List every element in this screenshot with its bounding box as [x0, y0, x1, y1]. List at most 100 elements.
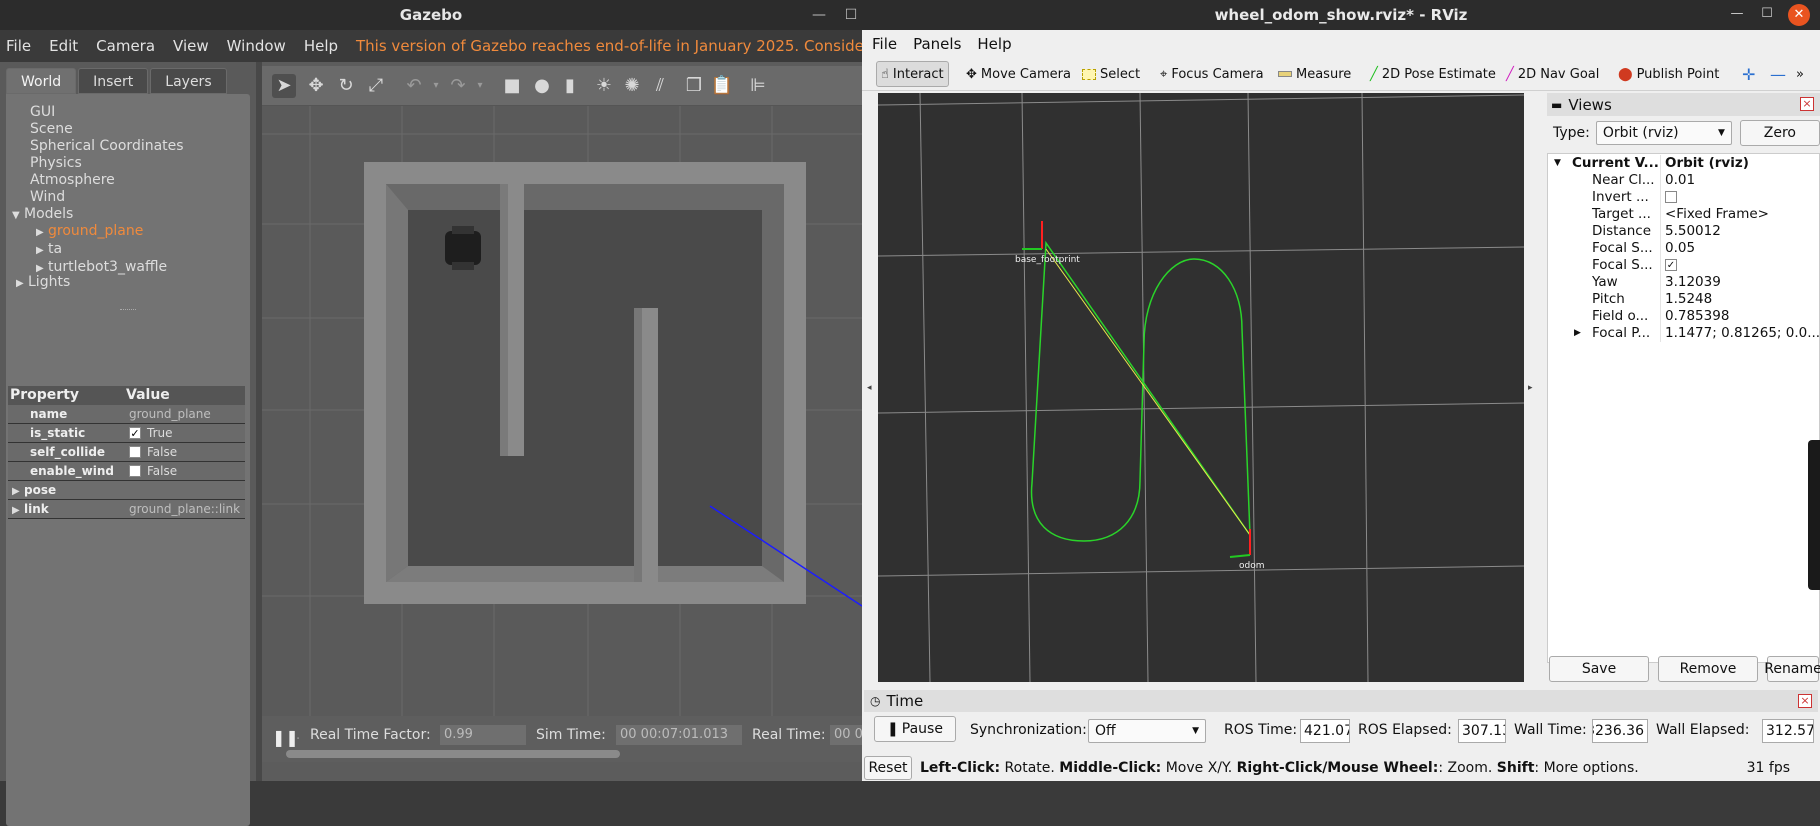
menu-file[interactable]: File [6, 37, 31, 55]
prop-row-yaw[interactable]: Yaw 3.12039 [1548, 274, 1819, 291]
checkbox-is-static[interactable]: ✓ [129, 427, 141, 439]
chevron-right-icon[interactable]: ▶ [12, 482, 24, 501]
tree-item-lights[interactable]: ▶ Lights [16, 274, 70, 292]
chevron-down-icon[interactable]: ▼ [12, 207, 24, 224]
wall-time-value[interactable]: 3236.36 [1592, 719, 1648, 743]
focal-shape-checkbox[interactable]: ✓ [1665, 259, 1677, 271]
maximize-icon[interactable]: ☐ [1758, 6, 1776, 21]
translate-icon[interactable]: ✥ [304, 74, 328, 98]
invert-checkbox[interactable] [1665, 191, 1677, 203]
prop-row-name[interactable]: name ground_plane [8, 405, 245, 424]
menu-edit[interactable]: Edit [49, 37, 78, 55]
prop-row-enable-wind[interactable]: enable_wind False [8, 462, 245, 481]
prop-row-focal-point[interactable]: ▶ Focal P... 1.1477; 0.81265; 0.0... [1548, 325, 1819, 342]
menu-help[interactable]: Help [977, 35, 1011, 53]
close-icon[interactable]: × [1800, 97, 1814, 111]
cylinder-icon[interactable]: ▮ [558, 74, 582, 98]
tree-item-models[interactable]: ▼ Models [12, 206, 73, 224]
view-type-select[interactable]: Orbit (rviz) ▼ [1595, 121, 1732, 145]
step-icon[interactable]: . [296, 728, 300, 743]
point-light-icon[interactable]: ☀ [592, 74, 616, 98]
chevron-right-icon[interactable]: ▶ [36, 224, 48, 241]
sync-select[interactable]: Off ▼ [1088, 719, 1206, 743]
wall-elapsed-value[interactable]: 312.57 [1762, 719, 1814, 743]
left-dock-handle[interactable]: ◂ [862, 93, 878, 682]
undo-icon[interactable]: ↶ [402, 74, 426, 98]
side-dock-strip[interactable] [1808, 440, 1820, 590]
prop-row-current-view[interactable]: ▼ Current V... Orbit (rviz) [1548, 155, 1819, 172]
splitter-handle[interactable] [120, 309, 136, 312]
tool-measure[interactable]: Measure [1278, 61, 1351, 87]
pause-button[interactable]: ❚ Pause [874, 716, 956, 742]
prop-row-pitch[interactable]: Pitch 1.5248 [1548, 291, 1819, 308]
chevron-right-icon[interactable]: ▶ [36, 242, 48, 259]
tool-select[interactable]: Select [1082, 61, 1140, 87]
box-icon[interactable]: ■ [500, 74, 524, 98]
close-icon[interactable]: ✕ [1788, 4, 1810, 26]
select-arrow-icon[interactable]: ➤ [272, 74, 296, 98]
directional-light-icon[interactable]: ⫽ [648, 74, 672, 98]
redo-icon[interactable]: ↷ [446, 74, 470, 98]
tree-item-gui[interactable]: GUI [30, 104, 184, 121]
tree-item-scene[interactable]: Scene [30, 121, 184, 138]
tool-2d-pose-estimate[interactable]: ╱ 2D Pose Estimate [1370, 61, 1496, 87]
scale-icon[interactable]: ⤢ [364, 74, 388, 98]
chevron-right-icon[interactable]: ▶ [16, 275, 28, 292]
chevron-right-icon[interactable]: » [1796, 61, 1804, 87]
reset-button[interactable]: Reset [864, 755, 912, 780]
remove-tool-icon[interactable]: — [1770, 61, 1786, 87]
tab-insert[interactable]: Insert [78, 68, 149, 94]
rotate-icon[interactable]: ↻ [334, 74, 358, 98]
chevron-right-icon[interactable]: ▶ [12, 501, 24, 520]
menu-window[interactable]: Window [227, 37, 286, 55]
prop-row-target-frame[interactable]: Target ... <Fixed Frame> [1548, 206, 1819, 223]
menu-file[interactable]: File [872, 35, 897, 53]
prop-row-field-of-view[interactable]: Field o... 0.785398 [1548, 308, 1819, 325]
right-dock-handle[interactable]: ▸ [1524, 93, 1538, 682]
paste-icon[interactable]: 📋 [710, 74, 734, 98]
checkbox-self-collide[interactable] [129, 446, 141, 458]
prop-group-link[interactable]: ▶ link ground_plane::link [8, 500, 245, 519]
prop-row-near-clip[interactable]: Near Cl... 0.01 [1548, 172, 1819, 189]
chevron-down-icon[interactable]: ▼ [1554, 155, 1561, 172]
gazebo-3d-scene[interactable] [262, 106, 862, 716]
horizontal-scrollbar[interactable] [286, 750, 620, 758]
minimize-icon[interactable]: — [1728, 6, 1746, 21]
menu-help[interactable]: Help [304, 37, 338, 55]
add-tool-icon[interactable]: ✛ [1742, 61, 1755, 87]
tool-move-camera[interactable]: ✥ Move Camera [966, 61, 1071, 87]
tab-layers[interactable]: Layers [150, 68, 227, 94]
prop-row-focal-shape-size[interactable]: Focal S... 0.05 [1548, 240, 1819, 257]
rviz-render-canvas[interactable]: base_footprint odom [878, 93, 1524, 682]
ros-time-value[interactable]: 421.07 [1300, 719, 1350, 743]
ros-elapsed-value[interactable]: 307.13 [1458, 719, 1506, 743]
minimize-icon[interactable]: — [810, 6, 828, 24]
rename-button[interactable]: Rename [1764, 656, 1820, 682]
menu-camera[interactable]: Camera [96, 37, 155, 55]
maximize-icon[interactable]: ☐ [842, 6, 860, 24]
rviz-3d-view[interactable]: base_footprint odom [878, 93, 1524, 682]
save-button[interactable]: Save [1549, 656, 1649, 682]
tool-2d-nav-goal[interactable]: ╱ 2D Nav Goal [1506, 61, 1599, 87]
tree-item-atmosphere[interactable]: Atmosphere [30, 172, 184, 189]
menu-panels[interactable]: Panels [913, 35, 961, 53]
tree-item-physics[interactable]: Physics [30, 155, 184, 172]
prop-row-is-static[interactable]: is_static ✓ True [8, 424, 245, 443]
copy-icon[interactable]: ❐ [682, 74, 706, 98]
prop-group-pose[interactable]: ▶ pose [8, 481, 245, 500]
align-icon[interactable]: ⊫ [746, 74, 770, 98]
spot-light-icon[interactable]: ✺ [620, 74, 644, 98]
remove-button[interactable]: Remove [1658, 656, 1758, 682]
prop-row-invert[interactable]: Invert ... [1548, 189, 1819, 206]
tool-publish-point[interactable]: ⬤ Publish Point [1618, 61, 1719, 87]
tool-interact[interactable]: ☝ Interact [876, 61, 949, 87]
chevron-down-icon[interactable]: ▾ [424, 74, 448, 98]
zero-button[interactable]: Zero [1739, 120, 1820, 146]
tree-item-ta[interactable]: ▶ ta [36, 241, 167, 259]
tree-item-spherical-coordinates[interactable]: Spherical Coordinates [30, 138, 184, 155]
prop-row-distance[interactable]: Distance 5.50012 [1548, 223, 1819, 240]
tree-item-ground-plane[interactable]: ▶ ground_plane [36, 223, 167, 241]
pause-icon[interactable]: ❚❚ [272, 728, 299, 747]
tool-focus-camera[interactable]: ⌖ Focus Camera [1160, 61, 1264, 87]
chevron-down-icon[interactable]: ▾ [468, 74, 492, 98]
